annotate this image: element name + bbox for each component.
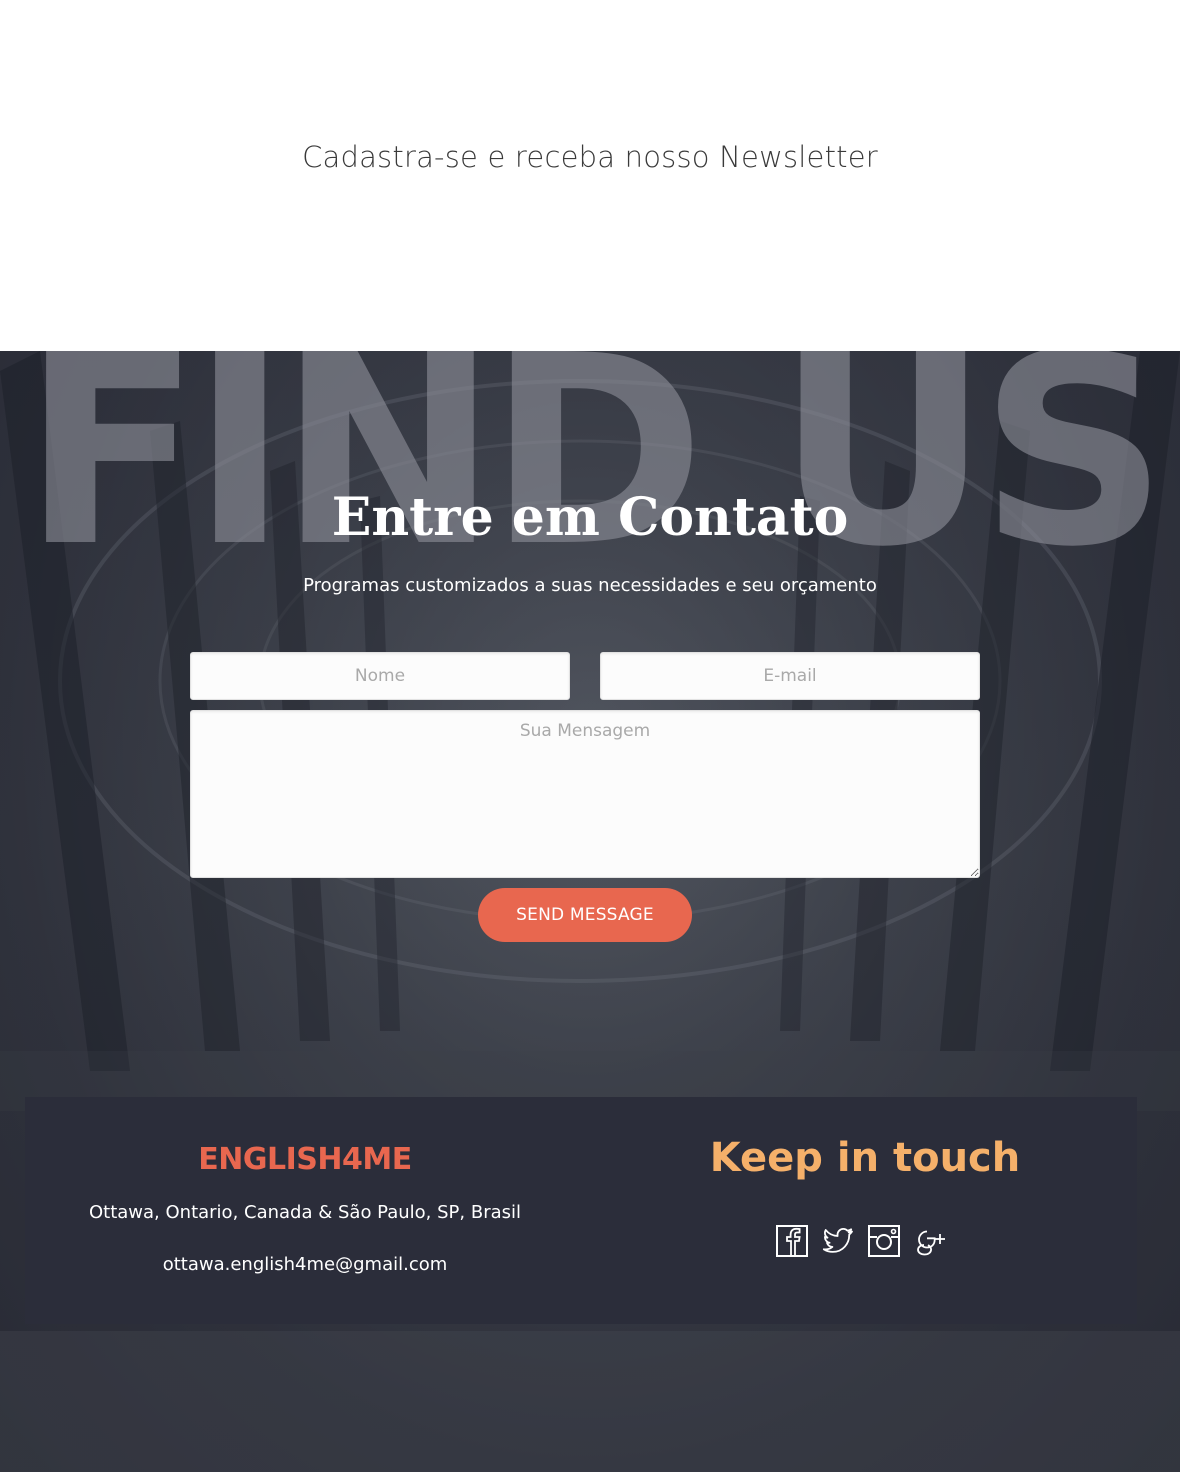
contact-section: FIND US Entre em Contato Programas custo… (0, 351, 1180, 1472)
social-links (775, 1224, 947, 1258)
contact-title: Entre em Contato (331, 487, 849, 548)
instagram-icon (868, 1225, 900, 1257)
instagram-link[interactable] (867, 1224, 901, 1258)
contact-subtitle: Programas customizados a suas necessidad… (303, 575, 877, 596)
address-text: Ottawa, Ontario, Canada & São Paulo, SP,… (88, 1202, 522, 1223)
facebook-icon (776, 1225, 808, 1257)
keep-in-touch-title: Keep in touch (709, 1135, 1021, 1181)
find-us-background-text: FIND US (22, 351, 1168, 604)
send-message-button[interactable]: SEND MESSAGE (478, 888, 692, 942)
footer-info-box: ENGLISH4ME Ottawa, Ontario, Canada & São… (25, 1097, 1137, 1324)
email-link[interactable]: ottawa.english4me@gmail.com (25, 1254, 585, 1275)
newsletter-section: Cadastra-se e receba nosso Newsletter (0, 0, 1180, 351)
name-input[interactable] (190, 652, 570, 700)
twitter-icon (822, 1228, 853, 1253)
newsletter-title: Cadastra-se e receba nosso Newsletter (302, 140, 878, 174)
google-plus-link[interactable] (913, 1224, 947, 1258)
email-input[interactable] (600, 652, 980, 700)
facebook-link[interactable] (775, 1224, 809, 1258)
brand-name: ENGLISH4ME (198, 1142, 412, 1177)
twitter-link[interactable] (821, 1224, 855, 1258)
google-plus-icon (917, 1230, 945, 1256)
message-textarea[interactable] (190, 710, 980, 878)
